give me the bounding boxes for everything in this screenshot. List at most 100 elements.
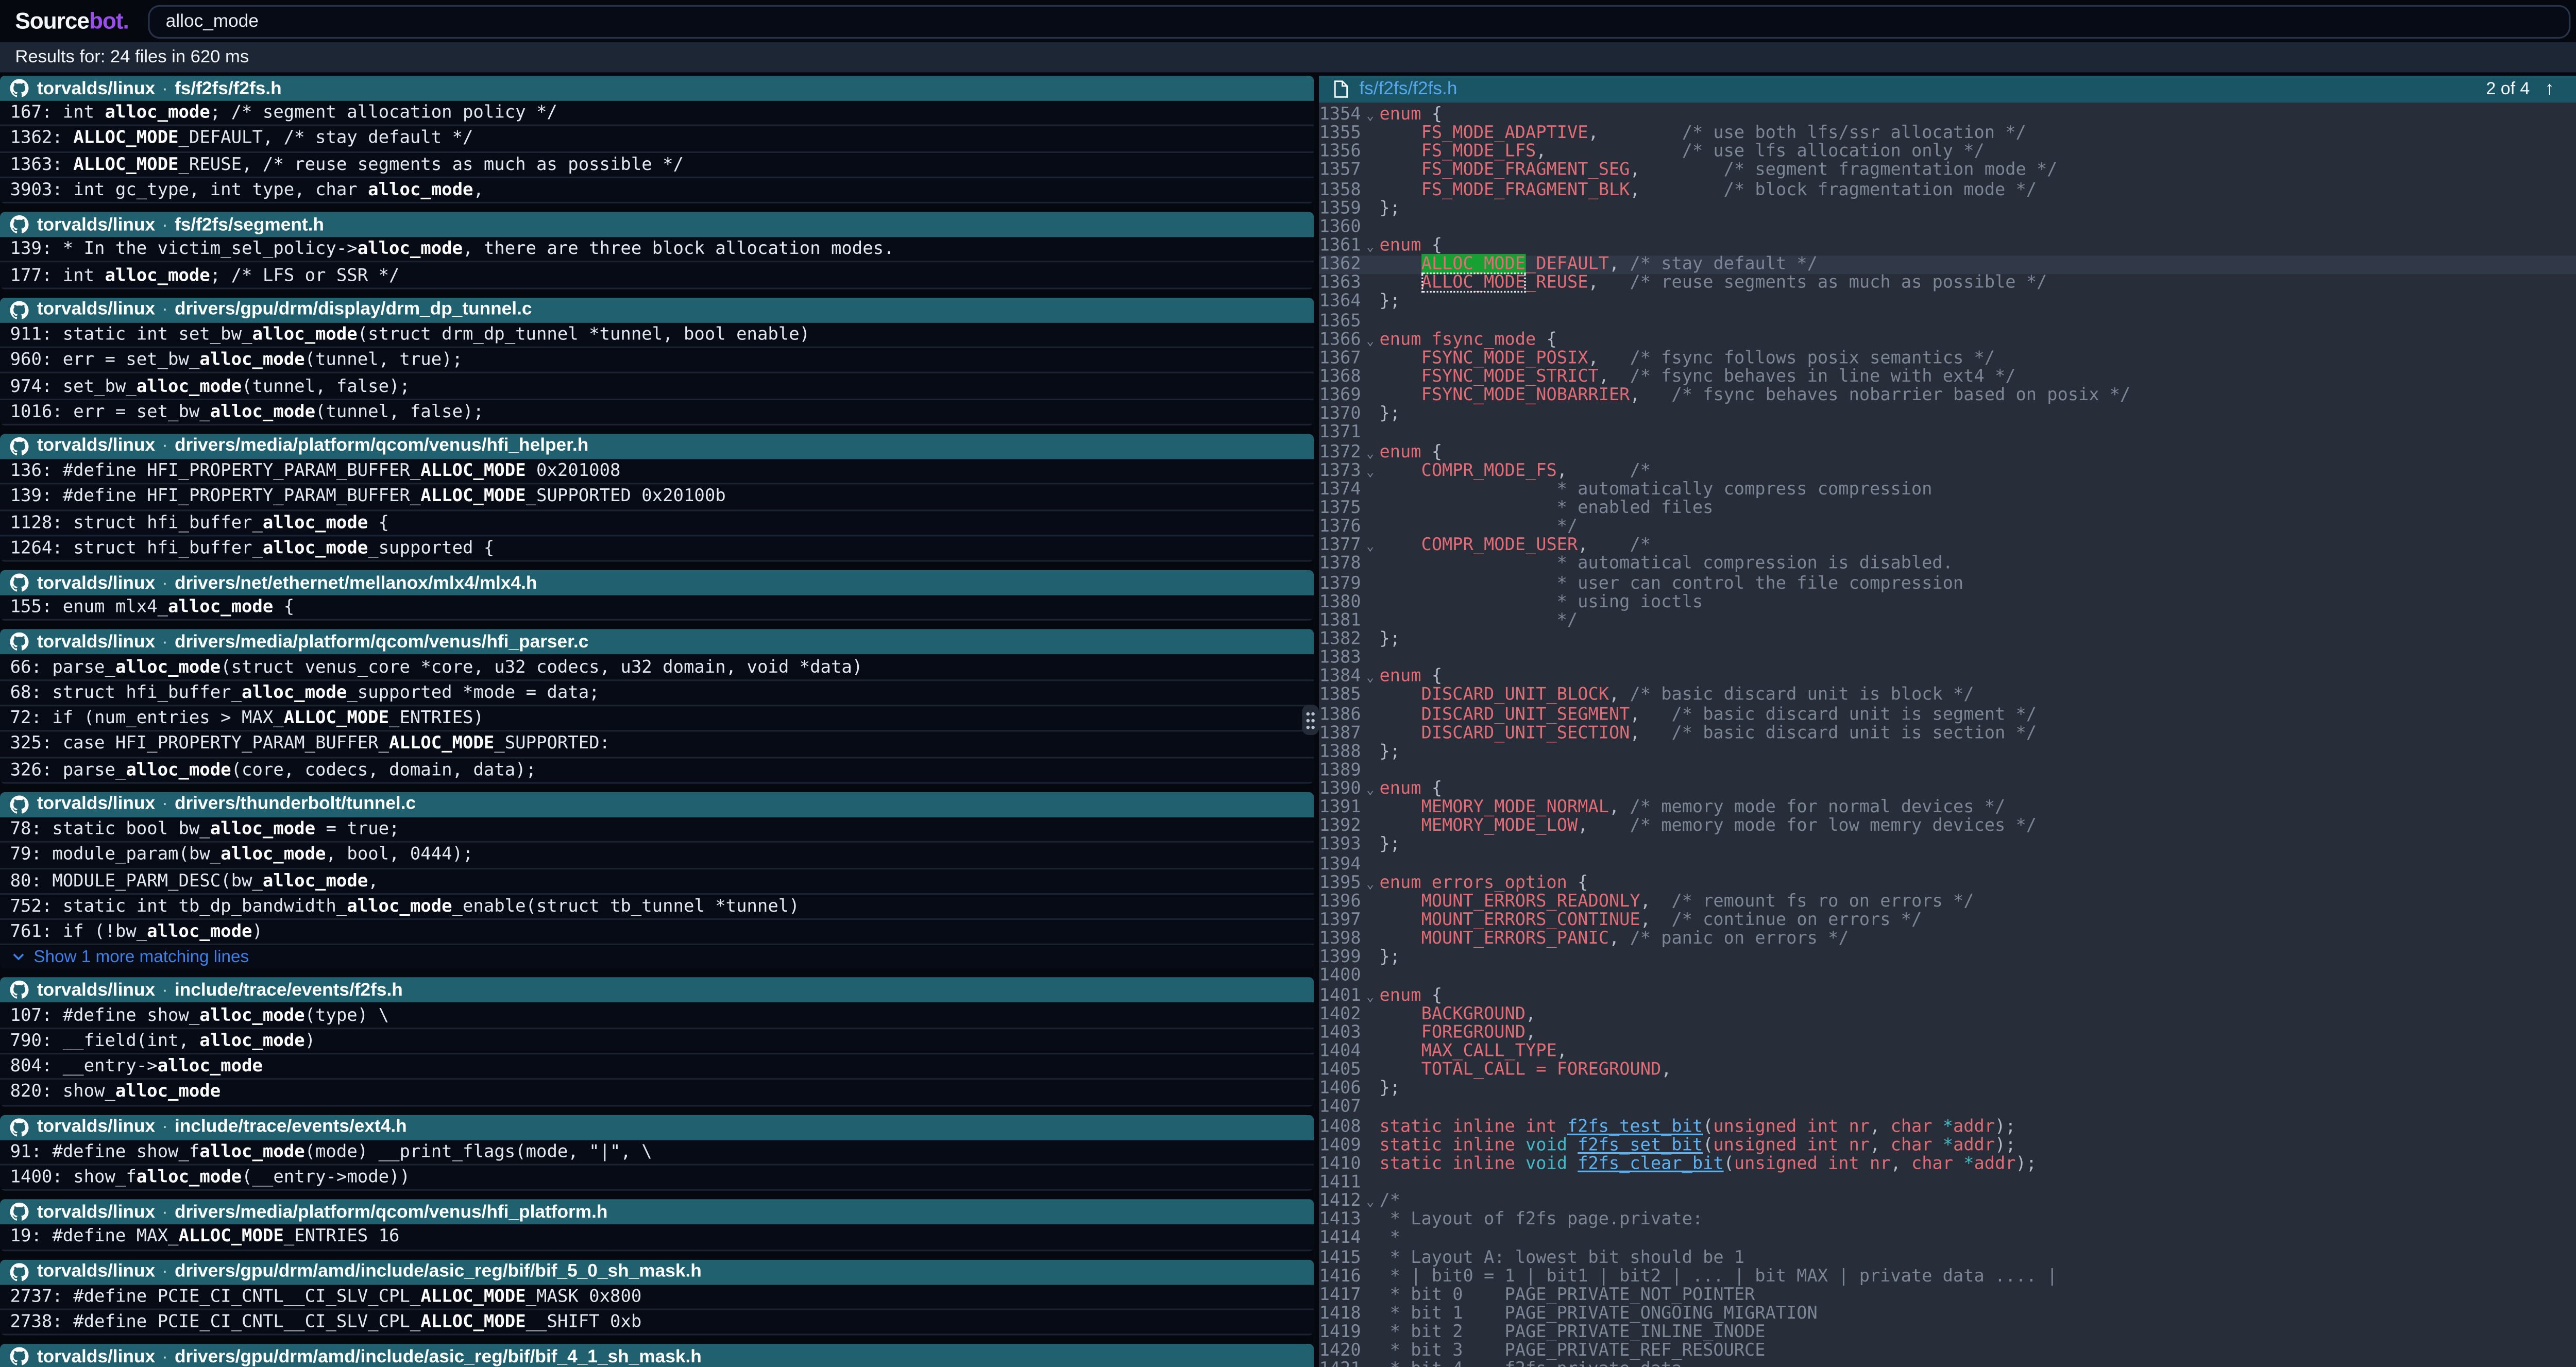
matching-line[interactable]: 960: err = set_bw_alloc_mode(tunnel, tru… <box>0 348 1314 374</box>
fold-chevron-icon[interactable]: ⌄ <box>1361 780 1380 799</box>
file-header[interactable]: torvalds/linux·fs/f2fs/f2fs.h <box>0 76 1314 101</box>
code-text: FS_MODE_ADAPTIVE, /* use both lfs/ssr al… <box>1380 125 2576 143</box>
file-header[interactable]: torvalds/linux·drivers/thunderbolt/tunne… <box>0 792 1314 817</box>
matching-line[interactable]: 19: #define MAX_ALLOC_MODE_ENTRIES 16 <box>0 1225 1314 1251</box>
file-header[interactable]: torvalds/linux·drivers/media/platform/qc… <box>0 434 1314 459</box>
matching-line[interactable]: 1363: ALLOC_MODE_REUSE, /* reuse segment… <box>0 152 1314 178</box>
file-header[interactable]: torvalds/linux·drivers/gpu/drm/amd/inclu… <box>0 1344 1314 1367</box>
fold-chevron-icon[interactable]: ⌄ <box>1361 537 1380 555</box>
code-line: 1403 FOREGROUND, <box>1319 1024 2576 1043</box>
repo-name: torvalds/linux <box>37 795 155 815</box>
show-more-link[interactable]: Show 1 more matching lines <box>0 946 1314 969</box>
fold-chevron-icon[interactable]: ⌄ <box>1361 874 1380 893</box>
preview-file-link[interactable]: fs/f2fs/f2fs.h <box>1359 79 1457 99</box>
code-text: * bit 1 PAGE_PRIVATE_ONGOING_MIGRATION <box>1380 1305 2576 1324</box>
fold-gutter <box>1361 949 1380 968</box>
matching-line[interactable]: 68: struct hfi_buffer_alloc_mode_support… <box>0 681 1314 707</box>
next-match-button[interactable]: ↓ <box>2569 80 2576 98</box>
fold-chevron-icon[interactable]: ⌄ <box>1361 668 1380 687</box>
file-header[interactable]: torvalds/linux·include/trace/events/ext4… <box>0 1115 1314 1140</box>
search-results-panel[interactable]: torvalds/linux·fs/f2fs/f2fs.h167: int al… <box>0 76 1314 1367</box>
matching-line[interactable]: 911: static int set_bw_alloc_mode(struct… <box>0 322 1314 348</box>
matching-line[interactable]: 107: #define show_alloc_mode(type) \ <box>0 1003 1314 1029</box>
matching-line[interactable]: 804: __entry->alloc_mode <box>0 1054 1314 1080</box>
fold-gutter <box>1361 1305 1380 1324</box>
matching-line[interactable]: 2737: #define PCIE_CI_CNTL__CI_SLV_CPL_A… <box>0 1284 1314 1310</box>
matching-line[interactable]: 80: MODULE_PARM_DESC(bw_alloc_mode, <box>0 869 1314 895</box>
code-line: 1373⌄ COMPR_MODE_FS, /* <box>1319 462 2576 481</box>
file-header[interactable]: torvalds/linux·fs/f2fs/segment.h <box>0 212 1314 237</box>
repo-name: torvalds/linux <box>37 1117 155 1137</box>
github-icon <box>10 795 29 814</box>
fold-chevron-icon[interactable]: ⌄ <box>1361 237 1380 255</box>
file-header[interactable]: torvalds/linux·include/trace/events/f2fs… <box>0 978 1314 1003</box>
fold-gutter <box>1361 275 1380 293</box>
line-number: 1370 <box>1319 406 1361 424</box>
matching-line[interactable]: 167: int alloc_mode; /* segment allocati… <box>0 101 1314 127</box>
fold-gutter <box>1361 612 1380 630</box>
matching-line[interactable]: 1264: struct hfi_buffer_alloc_mode_suppo… <box>0 536 1314 562</box>
line-number: 1366 <box>1319 331 1361 349</box>
matching-line[interactable]: 820: show_alloc_mode <box>0 1080 1314 1106</box>
code-line: 1414 * <box>1319 1230 2576 1249</box>
matching-line[interactable]: 1362: ALLOC_MODE_DEFAULT, /* stay defaul… <box>0 127 1314 152</box>
matching-line[interactable]: 177: int alloc_mode; /* LFS or SSR */ <box>0 263 1314 289</box>
code-line: 1392 MEMORY_MODE_LOW, /* memory mode for… <box>1319 818 2576 836</box>
line-number: 1395 <box>1319 874 1361 893</box>
repo-name: torvalds/linux <box>37 215 155 235</box>
code-line: 1371 <box>1319 424 2576 443</box>
code-text: * Layout A: lowest bit should be 1 <box>1380 1249 2576 1268</box>
matching-line[interactable]: 974: set_bw_alloc_mode(tunnel, false); <box>0 374 1314 400</box>
matching-line[interactable]: 325: case HFI_PROPERTY_PARAM_BUFFER_ALLO… <box>0 732 1314 758</box>
matching-line[interactable]: 761: if (!bw_alloc_mode) <box>0 920 1314 946</box>
file-header[interactable]: torvalds/linux·drivers/net/ethernet/mell… <box>0 570 1314 595</box>
file-header[interactable]: torvalds/linux·drivers/media/platform/qc… <box>0 1200 1314 1225</box>
fold-gutter <box>1361 387 1380 405</box>
fold-chevron-icon[interactable]: ⌄ <box>1361 462 1380 481</box>
fold-chevron-icon[interactable]: ⌄ <box>1361 1193 1380 1211</box>
fold-gutter <box>1361 912 1380 930</box>
file-result-section: torvalds/linux·drivers/gpu/drm/amd/inclu… <box>0 1259 1314 1336</box>
matching-line[interactable]: 1016: err = set_bw_alloc_mode(tunnel, fa… <box>0 400 1314 425</box>
matching-line[interactable]: 79: module_param(bw_alloc_mode, bool, 04… <box>0 843 1314 869</box>
code-line: 1361⌄enum { <box>1319 237 2576 255</box>
matching-line[interactable]: 3903: int gc_type, int type, char alloc_… <box>0 178 1314 204</box>
matching-line[interactable]: 326: parse_alloc_mode(core, codecs, doma… <box>0 758 1314 783</box>
fold-gutter <box>1361 630 1380 649</box>
matching-line[interactable]: 136: #define HFI_PROPERTY_PARAM_BUFFER_A… <box>0 459 1314 485</box>
file-header[interactable]: torvalds/linux·drivers/gpu/drm/amd/inclu… <box>0 1259 1314 1284</box>
previous-match-button[interactable]: ↑ <box>2540 80 2560 98</box>
matching-line[interactable]: 78: static bool bw_alloc_mode = true; <box>0 817 1314 843</box>
panel-resize-handle[interactable] <box>1302 705 1319 735</box>
fold-chevron-icon[interactable]: ⌄ <box>1361 986 1380 1005</box>
matching-line[interactable]: 91: #define show_falloc_mode(mode) __pri… <box>0 1140 1314 1166</box>
code-line: 1402 BACKGROUND, <box>1319 1005 2576 1024</box>
matching-line[interactable]: 2738: #define PCIE_CI_CNTL__CI_SLV_CPL_A… <box>0 1310 1314 1336</box>
code-text: * bit 3 PAGE_PRIVATE_REF_RESOURCE <box>1380 1343 2576 1361</box>
matching-line[interactable]: 1128: struct hfi_buffer_alloc_mode { <box>0 510 1314 536</box>
file-header[interactable]: torvalds/linux·drivers/media/platform/qc… <box>0 630 1314 655</box>
line-number: 1363 <box>1319 275 1361 293</box>
matching-line[interactable]: 155: enum mlx4_alloc_mode { <box>0 595 1314 621</box>
matching-line[interactable]: 72: if (num_entries > MAX_ALLOC_MODE_ENT… <box>0 707 1314 732</box>
fold-gutter <box>1361 556 1380 574</box>
fold-chevron-icon[interactable]: ⌄ <box>1361 106 1380 125</box>
fold-chevron-icon[interactable]: ⌄ <box>1361 331 1380 349</box>
fold-gutter <box>1361 650 1380 668</box>
code-line: 1386 DISCARD_UNIT_SEGMENT, /* basic disc… <box>1319 706 2576 724</box>
code-text: }; <box>1380 200 2576 218</box>
matching-line[interactable]: 139: #define HFI_PROPERTY_PARAM_BUFFER_A… <box>0 485 1314 510</box>
file-path: drivers/net/ethernet/mellanox/mlx4/mlx4.… <box>175 573 537 593</box>
file-result-section: torvalds/linux·drivers/net/ethernet/mell… <box>0 570 1314 621</box>
matching-line[interactable]: 1400: show_falloc_mode(__entry->mode)) <box>0 1166 1314 1191</box>
file-header[interactable]: torvalds/linux·drivers/gpu/drm/display/d… <box>0 297 1314 322</box>
matching-line[interactable]: 752: static int tb_dp_bandwidth_alloc_mo… <box>0 895 1314 920</box>
fold-chevron-icon[interactable]: ⌄ <box>1361 443 1380 462</box>
search-input[interactable] <box>147 4 2571 38</box>
code-viewport[interactable]: 1354⌄enum {1355 FS_MODE_ADAPTIVE, /* use… <box>1319 102 2576 1367</box>
line-number: 1379 <box>1319 574 1361 593</box>
matching-line[interactable]: 66: parse_alloc_mode(struct venus_core *… <box>0 655 1314 681</box>
sourcebot-logo[interactable]: Sourcebot. <box>15 8 128 33</box>
matching-line[interactable]: 790: __field(int, alloc_mode) <box>0 1029 1314 1054</box>
matching-line[interactable]: 139: * In the victim_sel_policy->alloc_m… <box>0 237 1314 263</box>
